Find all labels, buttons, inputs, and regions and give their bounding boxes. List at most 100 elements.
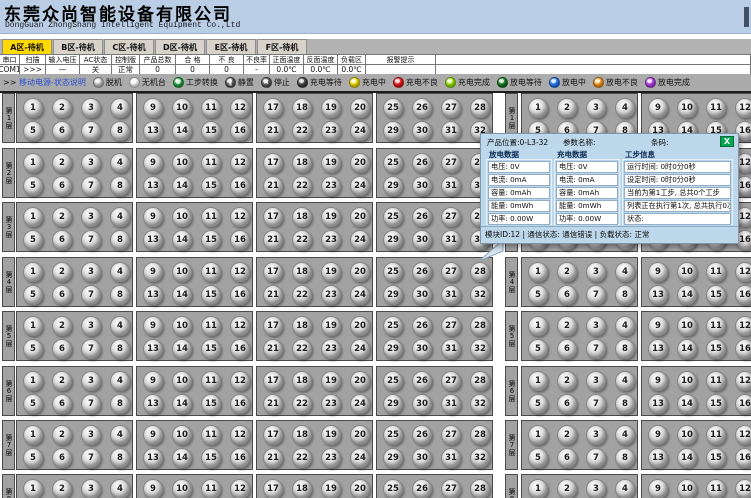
tab-B区-待机[interactable]: B区-待机 (53, 39, 103, 54)
position-circle[interactable]: 19 (321, 153, 341, 173)
position-circle[interactable]: 32 (470, 339, 490, 359)
position-circle[interactable]: 13 (143, 285, 163, 305)
position-circle[interactable]: 18 (292, 316, 312, 336)
position-circle[interactable]: 31 (441, 448, 461, 468)
position-circle[interactable]: 10 (172, 207, 192, 227)
position-circle[interactable]: 6 (557, 339, 577, 359)
position-circle[interactable]: 1 (528, 425, 548, 445)
position-circle[interactable]: 12 (735, 316, 751, 336)
position-circle[interactable]: 19 (321, 207, 341, 227)
position-circle[interactable]: 16 (230, 285, 250, 305)
position-circle[interactable]: 21 (263, 285, 283, 305)
position-circle[interactable]: 23 (321, 285, 341, 305)
position-circle[interactable]: 26 (412, 371, 432, 391)
position-circle[interactable]: 4 (615, 316, 635, 336)
position-circle[interactable]: 4 (110, 207, 130, 227)
position-circle[interactable]: 23 (321, 176, 341, 196)
position-circle[interactable]: 24 (350, 285, 370, 305)
position-circle[interactable]: 5 (23, 339, 43, 359)
position-circle[interactable]: 15 (201, 285, 221, 305)
position-circle[interactable]: 2 (52, 425, 72, 445)
position-circle[interactable]: 24 (350, 339, 370, 359)
position-circle[interactable]: 18 (292, 98, 312, 118)
position-circle[interactable]: 29 (383, 339, 403, 359)
position-circle[interactable]: 30 (412, 285, 432, 305)
position-circle[interactable]: 19 (321, 371, 341, 391)
position-circle[interactable]: 30 (412, 448, 432, 468)
position-circle[interactable]: 10 (172, 262, 192, 282)
position-circle[interactable]: 20 (350, 98, 370, 118)
position-circle[interactable]: 13 (648, 394, 668, 414)
position-circle[interactable]: 4 (110, 98, 130, 118)
position-circle[interactable]: 3 (586, 425, 606, 445)
position-circle[interactable]: 16 (735, 285, 751, 305)
position-circle[interactable]: 5 (23, 448, 43, 468)
position-circle[interactable]: 13 (648, 285, 668, 305)
position-circle[interactable]: 5 (23, 176, 43, 196)
position-circle[interactable]: 27 (441, 425, 461, 445)
position-circle[interactable]: 6 (52, 394, 72, 414)
position-circle[interactable]: 23 (321, 121, 341, 141)
position-circle[interactable]: 30 (412, 176, 432, 196)
position-circle[interactable]: 25 (383, 207, 403, 227)
position-circle[interactable]: 28 (470, 98, 490, 118)
position-circle[interactable]: 32 (470, 394, 490, 414)
position-circle[interactable]: 26 (412, 207, 432, 227)
position-circle[interactable]: 13 (143, 448, 163, 468)
position-circle[interactable]: 25 (383, 98, 403, 118)
position-circle[interactable]: 9 (648, 479, 668, 498)
position-circle[interactable]: 19 (321, 479, 341, 498)
position-circle[interactable]: 24 (350, 176, 370, 196)
position-circle[interactable]: 26 (412, 425, 432, 445)
position-circle[interactable]: 3 (81, 207, 101, 227)
position-circle[interactable]: 1 (23, 98, 43, 118)
position-circle[interactable]: 14 (172, 339, 192, 359)
position-circle[interactable]: 15 (706, 394, 726, 414)
position-circle[interactable]: 10 (172, 425, 192, 445)
position-circle[interactable]: 21 (263, 176, 283, 196)
position-circle[interactable]: 22 (292, 230, 312, 250)
position-circle[interactable]: 9 (648, 262, 668, 282)
position-circle[interactable]: 32 (470, 448, 490, 468)
position-circle[interactable]: 14 (172, 176, 192, 196)
position-circle[interactable]: 17 (263, 316, 283, 336)
position-circle[interactable]: 29 (383, 230, 403, 250)
position-circle[interactable]: 2 (52, 98, 72, 118)
position-circle[interactable]: 9 (143, 371, 163, 391)
position-circle[interactable]: 6 (557, 394, 577, 414)
position-circle[interactable]: 16 (230, 448, 250, 468)
position-circle[interactable]: 11 (201, 316, 221, 336)
position-circle[interactable]: 2 (557, 316, 577, 336)
popup-close-button[interactable]: X (720, 136, 734, 147)
position-circle[interactable]: 3 (586, 316, 606, 336)
position-circle[interactable]: 18 (292, 262, 312, 282)
position-circle[interactable]: 5 (528, 394, 548, 414)
position-circle[interactable]: 7 (586, 339, 606, 359)
position-circle[interactable]: 8 (615, 339, 635, 359)
position-circle[interactable]: 9 (143, 262, 163, 282)
position-circle[interactable]: 2 (52, 316, 72, 336)
position-circle[interactable]: 4 (110, 371, 130, 391)
position-circle[interactable]: 3 (586, 98, 606, 118)
position-circle[interactable]: 4 (615, 262, 635, 282)
position-circle[interactable]: 22 (292, 394, 312, 414)
position-circle[interactable]: 20 (350, 316, 370, 336)
position-circle[interactable]: 20 (350, 207, 370, 227)
position-circle[interactable]: 17 (263, 98, 283, 118)
position-circle[interactable]: 29 (383, 121, 403, 141)
position-circle[interactable]: 13 (648, 448, 668, 468)
position-circle[interactable]: 8 (110, 394, 130, 414)
position-circle[interactable]: 12 (735, 371, 751, 391)
position-circle[interactable]: 9 (143, 316, 163, 336)
tab-D区-待机[interactable]: D区-待机 (155, 39, 205, 54)
position-circle[interactable]: 4 (110, 262, 130, 282)
position-circle[interactable]: 9 (648, 425, 668, 445)
position-circle[interactable]: 6 (52, 339, 72, 359)
position-circle[interactable]: 4 (110, 479, 130, 498)
position-circle[interactable]: 11 (706, 316, 726, 336)
position-circle[interactable]: 18 (292, 479, 312, 498)
position-circle[interactable]: 3 (81, 153, 101, 173)
position-circle[interactable]: 5 (23, 230, 43, 250)
position-circle[interactable]: 13 (143, 230, 163, 250)
position-circle[interactable]: 7 (586, 394, 606, 414)
